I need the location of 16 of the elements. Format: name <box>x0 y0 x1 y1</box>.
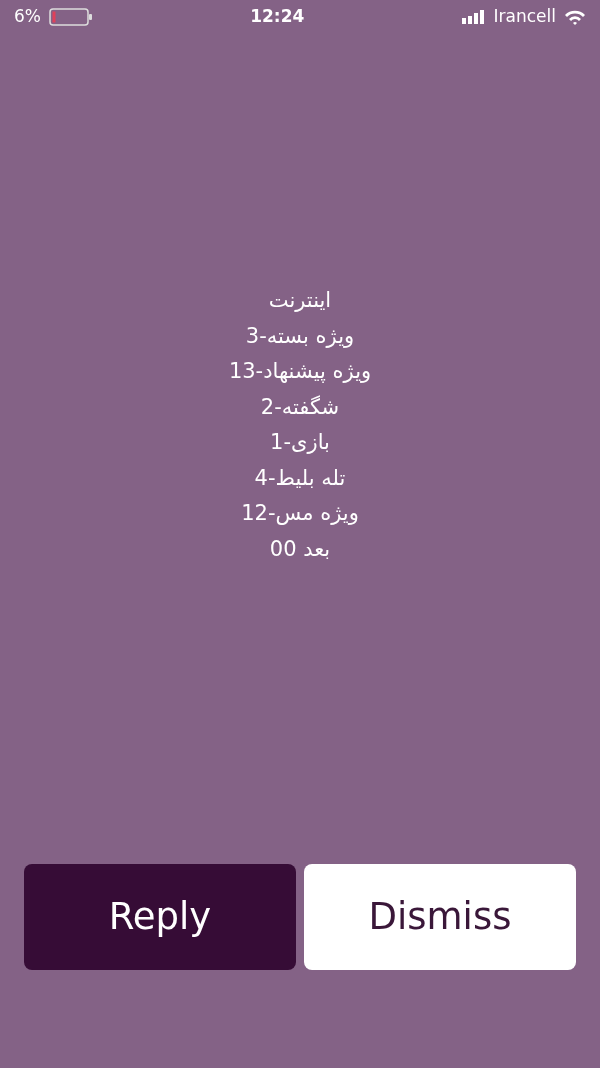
dismiss-button[interactable]: Dismiss <box>304 864 576 970</box>
status-time: 12:24 <box>250 5 305 29</box>
message-line: ویژه بسته-3 <box>245 322 355 350</box>
reply-button[interactable]: Reply <box>24 864 296 970</box>
message-line: بازی-1 <box>270 429 330 456</box>
message-line: ویژه مس-12 <box>241 500 359 527</box>
wifi-icon <box>564 9 586 25</box>
message-line: شگفته-2 <box>260 393 340 421</box>
battery-icon <box>49 8 93 26</box>
message-line: ویژه پیشنهاد-13 <box>228 358 372 385</box>
battery-percent: 6% <box>14 5 41 29</box>
message-line: اینترنت <box>268 287 332 314</box>
message-line: تله بلیط-4 <box>254 464 346 492</box>
signal-icon <box>461 10 486 24</box>
message-line: بعد 00 <box>269 535 331 563</box>
carrier-name: Irancell <box>493 5 556 29</box>
